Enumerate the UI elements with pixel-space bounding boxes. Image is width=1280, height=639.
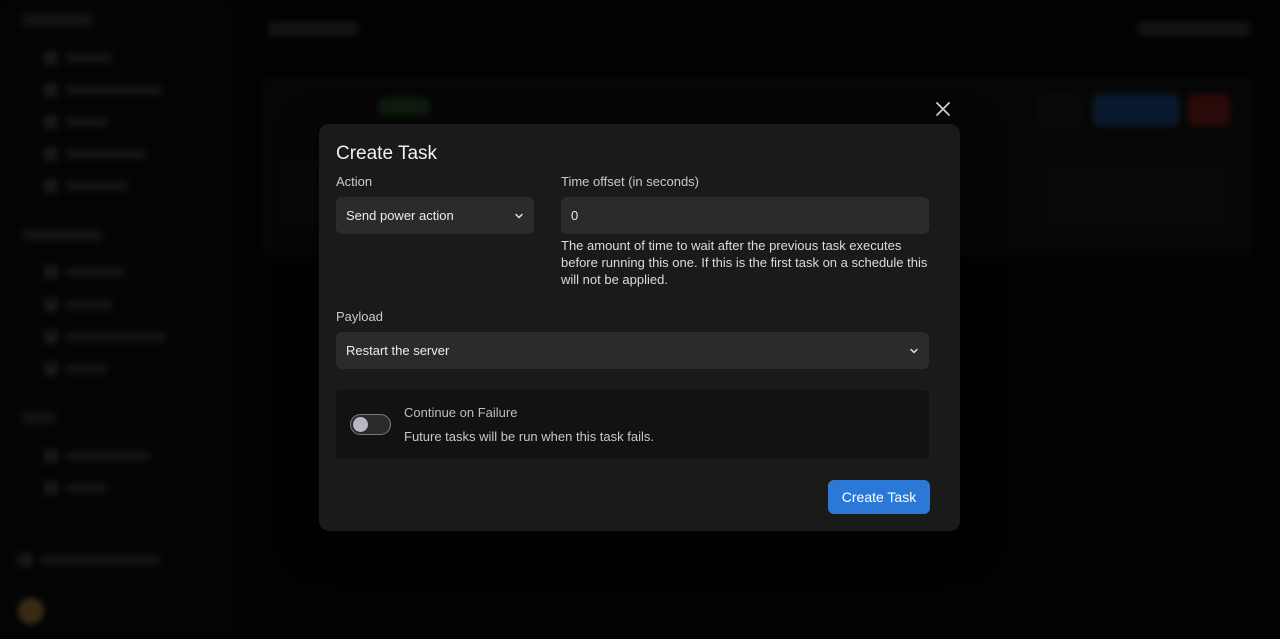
chevron-down-icon xyxy=(515,213,523,218)
time-offset-help-text: The amount of time to wait after the pre… xyxy=(561,238,928,287)
payload-select[interactable]: Restart the server xyxy=(336,332,929,369)
create-task-button[interactable]: Create Task xyxy=(828,480,930,514)
action-label: Action xyxy=(336,174,373,189)
continue-on-failure-description: Future tasks will be run when this task … xyxy=(404,429,654,444)
action-select-value: Send power action xyxy=(346,208,454,223)
continue-on-failure-title: Continue on Failure xyxy=(404,405,518,420)
payload-select-value: Restart the server xyxy=(346,343,450,358)
toggle-knob xyxy=(353,417,368,432)
continue-on-failure-toggle[interactable] xyxy=(350,414,391,435)
close-icon xyxy=(936,102,950,116)
close-button[interactable] xyxy=(931,97,955,121)
chevron-down-icon xyxy=(910,348,918,353)
action-select[interactable]: Send power action xyxy=(336,197,534,234)
time-offset-label: Time offset (in seconds) xyxy=(561,174,699,189)
continue-on-failure-card: Continue on Failure Future tasks will be… xyxy=(336,390,929,459)
payload-label: Payload xyxy=(336,309,383,324)
time-offset-input[interactable] xyxy=(561,197,929,234)
create-task-modal: Create Task Action Send power action Tim… xyxy=(319,124,960,531)
modal-title: Create Task xyxy=(336,143,438,164)
